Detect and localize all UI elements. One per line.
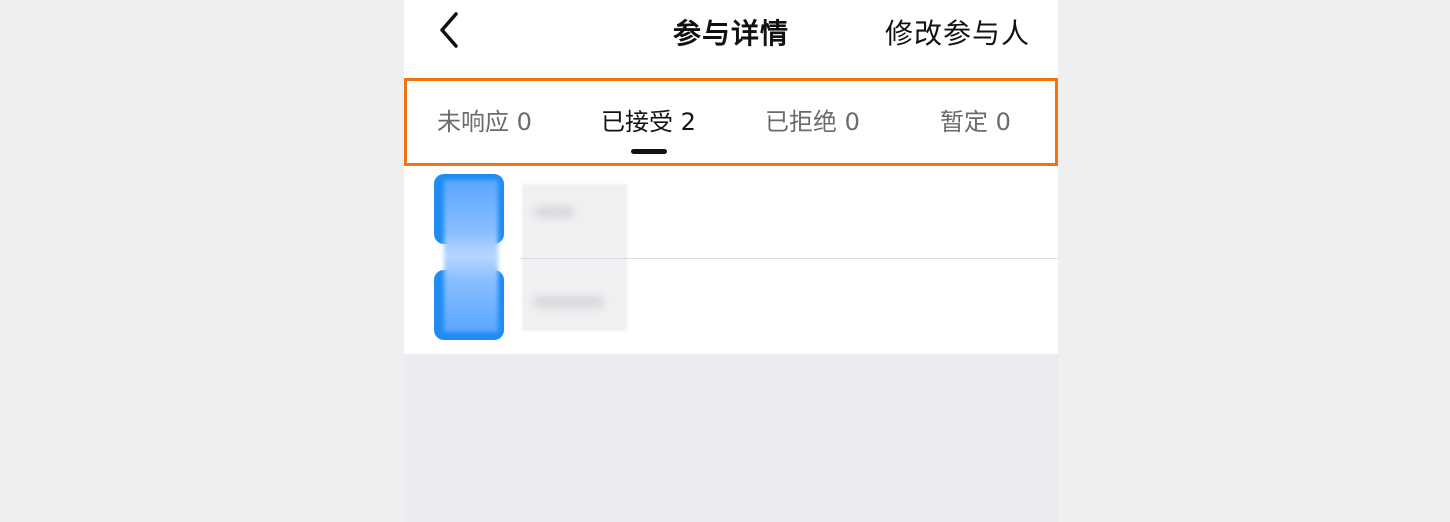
modify-participants-button[interactable]: 修改参与人 [885, 12, 1030, 52]
participant-list [404, 166, 1058, 354]
tab-accepted[interactable]: 已接受 2 [601, 102, 696, 142]
list-divider [520, 258, 1058, 259]
avatar[interactable] [434, 174, 504, 244]
phone-screen: 参与详情 修改参与人 未响应 0 已接受 2 已拒绝 0 暂定 0 [404, 0, 1058, 522]
response-tabs: 未响应 0 已接受 2 已拒绝 0 暂定 0 [404, 78, 1058, 166]
tab-tentative[interactable]: 暂定 0 [940, 102, 1011, 142]
blurred-name [534, 206, 574, 218]
active-tab-indicator [631, 149, 667, 154]
nav-header: 参与详情 修改参与人 [404, 0, 1058, 78]
blurred-name [534, 296, 604, 308]
tab-declined[interactable]: 已拒绝 0 [765, 102, 860, 142]
tab-no-response[interactable]: 未响应 0 [437, 102, 532, 142]
avatar[interactable] [434, 270, 504, 340]
